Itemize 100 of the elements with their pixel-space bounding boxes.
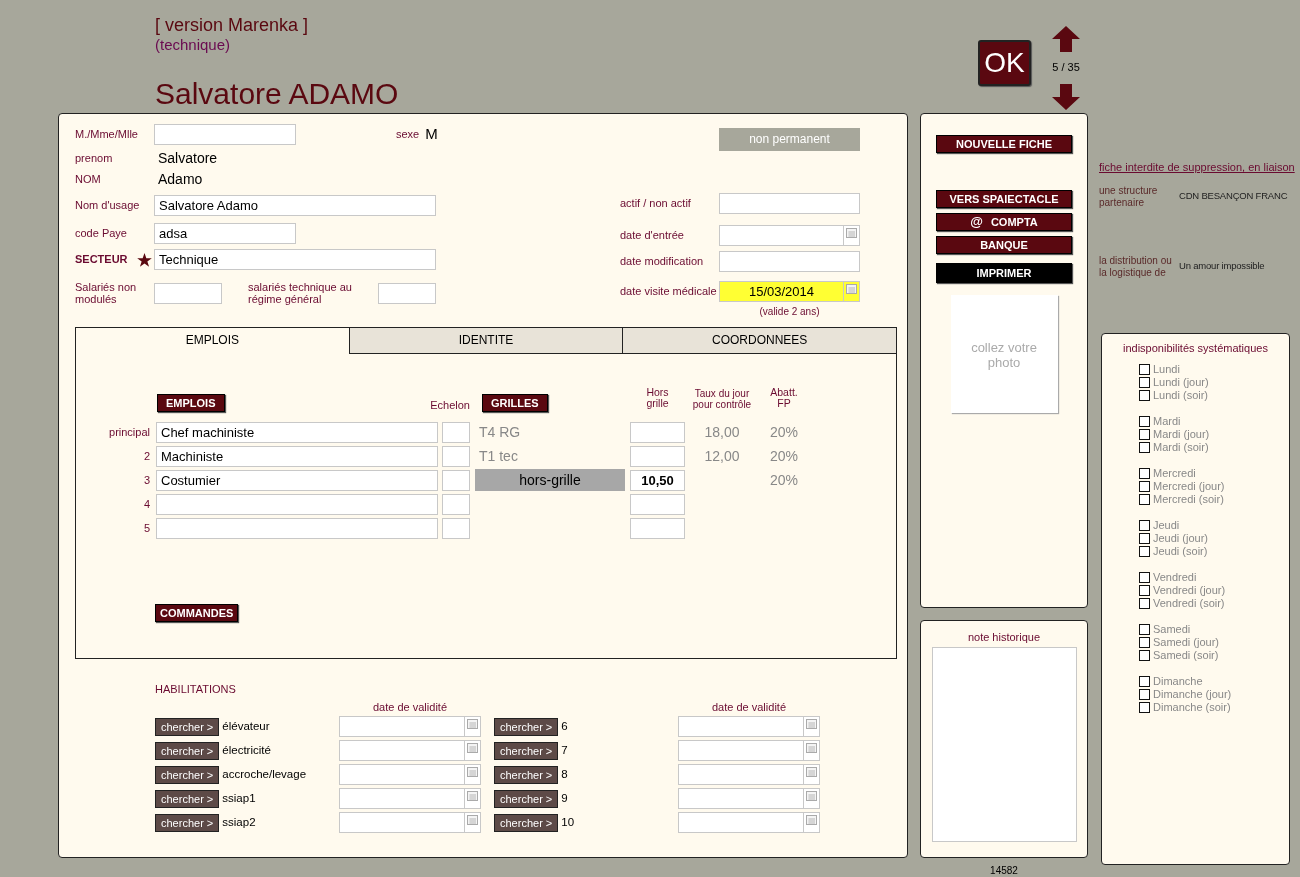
calendar-icon[interactable] <box>467 767 478 777</box>
checkbox[interactable] <box>1139 649 1150 661</box>
input-field[interactable] <box>339 716 481 737</box>
search-button[interactable]: chercher > <box>155 813 220 832</box>
field-label: date d'entrée <box>620 229 685 242</box>
field-label: sexe <box>396 128 420 141</box>
checkbox[interactable] <box>1139 636 1150 648</box>
checkbox[interactable] <box>1139 428 1150 440</box>
calendar-icon[interactable] <box>806 767 817 777</box>
input-field[interactable] <box>156 493 438 515</box>
calendar-icon[interactable] <box>806 815 817 825</box>
input-field[interactable] <box>678 788 820 809</box>
input-field[interactable] <box>678 740 820 761</box>
search-button[interactable]: chercher > <box>494 765 559 784</box>
checkbox[interactable] <box>1139 545 1150 557</box>
search-button[interactable]: chercher > <box>155 741 220 760</box>
checkbox[interactable] <box>1139 363 1150 375</box>
input-field[interactable] <box>719 225 860 246</box>
input-field[interactable] <box>678 716 820 737</box>
input-field[interactable] <box>378 282 436 304</box>
checkbox[interactable] <box>1139 480 1150 492</box>
input-field[interactable] <box>339 740 481 761</box>
input-field[interactable] <box>678 764 820 785</box>
input-field[interactable]: Machiniste <box>156 445 438 467</box>
input-field[interactable] <box>442 517 470 539</box>
checkbox[interactable] <box>1139 701 1150 713</box>
calendar-icon[interactable] <box>846 228 857 238</box>
input-field[interactable]: Salvatore Adamo <box>154 195 436 216</box>
calendar-icon[interactable] <box>846 284 857 294</box>
input-field[interactable] <box>442 421 470 443</box>
ok-button[interactable]: OK <box>978 40 1031 86</box>
calendar-icon[interactable] <box>467 719 478 729</box>
down-arrow-icon[interactable] <box>1052 83 1080 110</box>
commandes-button[interactable]: COMMANDES <box>155 604 239 622</box>
emplois-button[interactable]: EMPLOIS <box>157 394 225 412</box>
input-field[interactable] <box>339 764 481 785</box>
action-button[interactable]: NOUVELLE FICHE <box>936 135 1072 153</box>
calendar-icon[interactable] <box>467 815 478 825</box>
action-button[interactable]: VERS SPAIECTACLE <box>936 190 1072 208</box>
grilles-button[interactable]: GRILLES <box>482 394 548 412</box>
search-button[interactable]: chercher > <box>155 717 220 736</box>
note-field[interactable] <box>931 647 1077 843</box>
checkbox-label: Samedi <box>1153 622 1191 636</box>
calendar-icon[interactable] <box>467 791 478 801</box>
checkbox[interactable] <box>1139 688 1150 700</box>
input-field[interactable] <box>339 812 481 833</box>
input-field[interactable] <box>630 517 685 539</box>
checkbox[interactable] <box>1139 675 1150 687</box>
action-button[interactable]: BANQUE <box>936 236 1072 254</box>
input-field[interactable] <box>154 282 222 304</box>
checkbox[interactable] <box>1139 597 1150 609</box>
search-button[interactable]: chercher > <box>494 741 559 760</box>
search-button[interactable]: chercher > <box>494 789 559 808</box>
checkbox[interactable] <box>1139 623 1150 635</box>
calendar-icon[interactable] <box>806 743 817 753</box>
input-field[interactable]: Chef machiniste <box>156 421 438 443</box>
input-field[interactable] <box>719 193 860 214</box>
tab[interactable]: COORDONNEES <box>622 328 896 354</box>
field-label: M./Mme/Mlle <box>75 128 139 141</box>
calendar-icon[interactable] <box>806 791 817 801</box>
checkbox[interactable] <box>1139 571 1150 583</box>
input-field[interactable] <box>719 251 860 272</box>
tab[interactable]: IDENTITE <box>348 328 623 354</box>
input-field[interactable] <box>442 469 470 491</box>
checkbox[interactable] <box>1139 584 1150 596</box>
calendar-icon[interactable] <box>806 719 817 729</box>
calendar-icon[interactable] <box>467 743 478 753</box>
checkbox[interactable] <box>1139 376 1150 388</box>
checkbox[interactable] <box>1139 532 1150 544</box>
input-field[interactable] <box>678 812 820 833</box>
input-field[interactable] <box>630 421 685 443</box>
input-field[interactable]: Technique <box>154 249 436 270</box>
input-field[interactable] <box>630 493 685 515</box>
input-field[interactable]: adsa <box>154 223 296 244</box>
checkbox[interactable] <box>1139 519 1150 531</box>
input-field[interactable] <box>156 517 438 539</box>
search-button[interactable]: chercher > <box>155 765 220 784</box>
row-label: 4 <box>142 497 151 511</box>
column-header: date de validité <box>372 700 448 714</box>
input-field[interactable] <box>630 445 685 467</box>
input-field[interactable] <box>442 445 470 467</box>
action-button[interactable]: IMPRIMER <box>936 263 1072 283</box>
input-field[interactable]: Costumier <box>156 469 438 491</box>
up-arrow-icon[interactable] <box>1052 26 1080 52</box>
search-button[interactable]: chercher > <box>494 813 559 832</box>
row-label: 2 <box>142 449 151 463</box>
input-field[interactable] <box>442 493 470 515</box>
action-button[interactable]: @ COMPTA <box>936 213 1072 231</box>
checkbox[interactable] <box>1139 389 1150 401</box>
checkbox[interactable] <box>1139 441 1150 453</box>
input-field[interactable]: 10,50 <box>630 469 685 491</box>
search-button[interactable]: chercher > <box>494 717 559 736</box>
checkbox[interactable] <box>1139 467 1150 479</box>
warning-link[interactable]: fiche interdite de suppression, en liaison <box>1099 159 1295 176</box>
checkbox[interactable] <box>1139 493 1150 505</box>
input-field[interactable]: 15/03/2014 <box>719 281 860 302</box>
input-field[interactable] <box>339 788 481 809</box>
input-field[interactable] <box>154 124 296 145</box>
search-button[interactable]: chercher > <box>155 789 220 808</box>
checkbox[interactable] <box>1139 415 1150 427</box>
